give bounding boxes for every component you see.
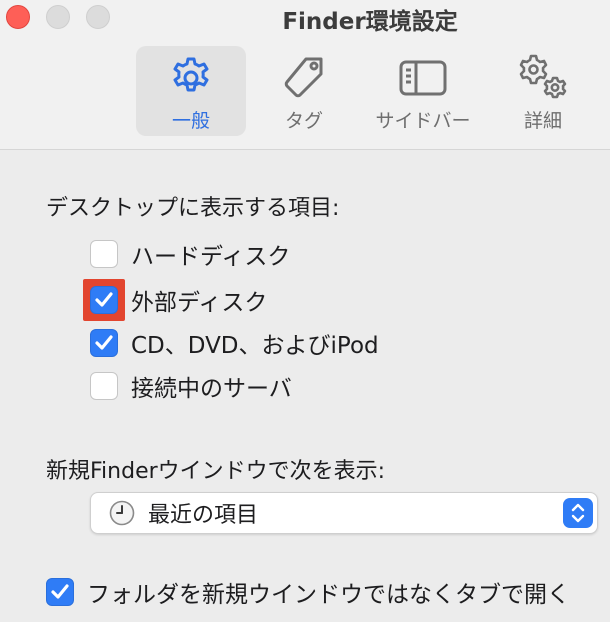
tab-advanced[interactable]: 詳細 <box>500 46 586 136</box>
connected-servers-label: 接続中のサーバ <box>131 376 292 402</box>
new-window-popup[interactable]: 最近の項目 <box>90 492 598 534</box>
tab-sidebar-label: サイドバー <box>375 110 471 132</box>
option-cds-dvds-ipods[interactable]: CD、DVD、およびiPod <box>90 327 379 359</box>
checkmark-icon <box>95 335 113 350</box>
window-title: Finder環境設定 <box>282 9 458 35</box>
new-window-heading: 新規Finderウインドウで次を表示: <box>46 459 386 484</box>
hard-disks-checkbox[interactable] <box>90 240 118 268</box>
open-in-tabs-label: フォルダを新規ウインドウではなくタブで開く <box>87 582 570 608</box>
sidebar-icon <box>398 52 448 104</box>
chevron-up-down-icon[interactable] <box>563 498 593 528</box>
option-hard-disks[interactable]: ハードディスク <box>90 238 290 270</box>
checkmark-icon <box>51 584 69 599</box>
connected-servers-checkbox[interactable] <box>90 372 118 400</box>
checkmark-icon <box>95 292 113 307</box>
tab-advanced-label: 詳細 <box>523 110 562 132</box>
tag-icon <box>280 52 328 104</box>
gears-icon <box>515 52 571 104</box>
option-open-in-tabs[interactable]: フォルダを新規ウインドウではなくタブで開く <box>46 576 570 608</box>
tab-sidebar[interactable]: サイドバー <box>362 46 484 136</box>
tab-tags-label: タグ <box>284 110 323 132</box>
window-titlebar: Finder環境設定 一般 タグ サイドバー 詳細 <box>0 0 610 150</box>
tab-general[interactable]: 一般 <box>136 46 246 136</box>
new-window-selected: 最近の項目 <box>148 503 259 528</box>
desktop-items-heading: デスクトップに表示する項目: <box>46 196 340 221</box>
external-disks-checkbox[interactable] <box>90 286 118 314</box>
close-window-button[interactable] <box>6 5 30 29</box>
minimize-window-button[interactable] <box>46 5 70 29</box>
open-in-tabs-checkbox[interactable] <box>46 578 74 606</box>
option-connected-servers[interactable]: 接続中のサーバ <box>90 370 292 402</box>
tab-general-label: 一般 <box>171 110 210 132</box>
option-external-disks[interactable]: 外部ディスク <box>90 284 267 316</box>
cds-dvds-ipods-checkbox[interactable] <box>90 329 118 357</box>
tab-tags[interactable]: タグ <box>256 46 352 136</box>
hard-disks-label: ハードディスク <box>131 244 291 270</box>
clock-icon <box>109 500 135 526</box>
cds-dvds-ipods-label: CD、DVD、およびiPod <box>131 333 379 359</box>
gear-icon <box>168 52 214 104</box>
zoom-window-button[interactable] <box>86 5 110 29</box>
external-disks-label: 外部ディスク <box>131 290 268 316</box>
